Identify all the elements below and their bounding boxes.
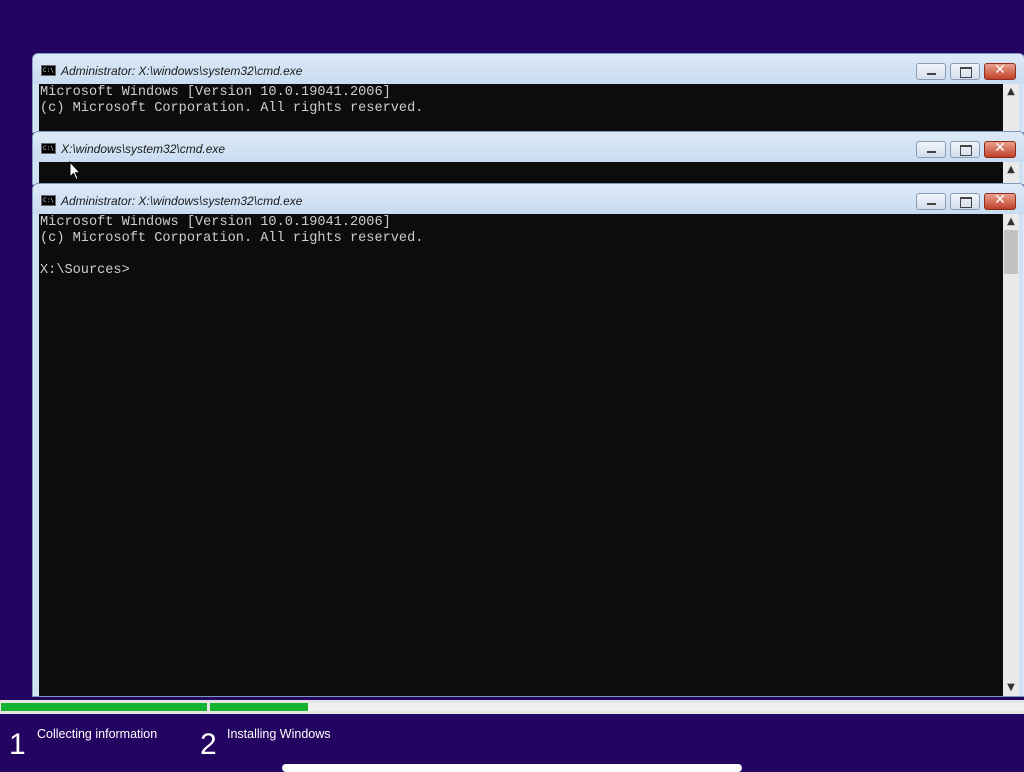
window-title: X:\windows\system32\cmd.exe: [61, 142, 226, 156]
title-bar[interactable]: C:\ Administrator: X:\windows\system32\c…: [33, 184, 1024, 214]
maximize-icon: [960, 67, 972, 78]
close-button[interactable]: ✕: [984, 62, 1016, 80]
console-line: (c) Microsoft Corporation. All rights re…: [40, 101, 424, 116]
scroll-down-arrow-icon[interactable]: ▼: [1003, 680, 1019, 696]
close-button[interactable]: ✕: [984, 140, 1016, 158]
console-line: (c) Microsoft Corporation. All rights re…: [40, 231, 424, 246]
step-1-label: Collecting information: [37, 727, 158, 741]
console-output[interactable]: [39, 162, 1003, 184]
console-line: Microsoft Windows [Version 10.0.19041.20…: [40, 215, 391, 230]
vertical-scrollbar[interactable]: ▲: [1003, 162, 1019, 184]
console-line: Microsoft Windows [Version 10.0.19041.20…: [40, 85, 391, 100]
scroll-up-arrow-icon[interactable]: ▲: [1003, 214, 1019, 230]
bottom-panel-edge: [282, 764, 742, 772]
window-title: Administrator: X:\windows\system32\cmd.e…: [61, 194, 303, 208]
maximize-button[interactable]: [950, 141, 980, 158]
window-title: Administrator: X:\windows\system32\cmd.e…: [61, 64, 303, 78]
minimize-icon: [927, 203, 936, 205]
maximize-button[interactable]: [950, 63, 980, 80]
vertical-scrollbar[interactable]: ▲: [1003, 84, 1019, 132]
vertical-scrollbar[interactable]: ▲ ▼: [1003, 214, 1019, 696]
console-output[interactable]: Microsoft Windows [Version 10.0.19041.20…: [39, 84, 1003, 132]
cmd-icon: C:\: [41, 143, 56, 154]
maximize-icon: [960, 145, 972, 156]
minimize-button[interactable]: [916, 63, 946, 80]
step-2-label: Installing Windows: [227, 727, 331, 741]
maximize-button[interactable]: [950, 193, 980, 210]
minimize-button[interactable]: [916, 141, 946, 158]
console-output[interactable]: Microsoft Windows [Version 10.0.19041.20…: [39, 214, 1003, 696]
step-1-number: 1: [9, 728, 26, 761]
mouse-pointer-icon: [69, 161, 81, 181]
scroll-up-arrow-icon[interactable]: ▲: [1003, 162, 1019, 178]
close-icon: ✕: [994, 140, 1006, 156]
scrollbar-thumb[interactable]: [1004, 230, 1018, 274]
cmd-icon: C:\: [41, 195, 56, 206]
cmd-window-admin-back[interactable]: C:\ Administrator: X:\windows\system32\c…: [32, 53, 1024, 133]
close-icon: ✕: [994, 62, 1006, 78]
scroll-up-arrow-icon[interactable]: ▲: [1003, 84, 1019, 100]
title-bar[interactable]: C:\ Administrator: X:\windows\system32\c…: [33, 54, 1024, 84]
progress-step-2-track: [210, 703, 1024, 711]
close-button[interactable]: ✕: [984, 192, 1016, 210]
title-bar[interactable]: C:\ X:\windows\system32\cmd.exe ✕: [33, 132, 1024, 162]
minimize-button[interactable]: [916, 193, 946, 210]
command-prompt[interactable]: X:\Sources>: [40, 263, 1003, 279]
setup-steps: 1 Collecting information 2 Installing Wi…: [0, 714, 1024, 768]
cmd-window-admin-front[interactable]: C:\ Administrator: X:\windows\system32\c…: [32, 183, 1024, 697]
progress-step-1-fill: [1, 703, 207, 711]
minimize-icon: [927, 151, 936, 153]
step-2-number: 2: [200, 728, 217, 761]
cmd-icon: C:\: [41, 65, 56, 76]
minimize-icon: [927, 73, 936, 75]
maximize-icon: [960, 197, 972, 208]
close-icon: ✕: [994, 192, 1006, 208]
cmd-window-middle[interactable]: C:\ X:\windows\system32\cmd.exe ✕ ▲: [32, 131, 1024, 185]
progress-step-2-fill: [210, 703, 308, 711]
setup-progress-bar: [0, 700, 1024, 714]
